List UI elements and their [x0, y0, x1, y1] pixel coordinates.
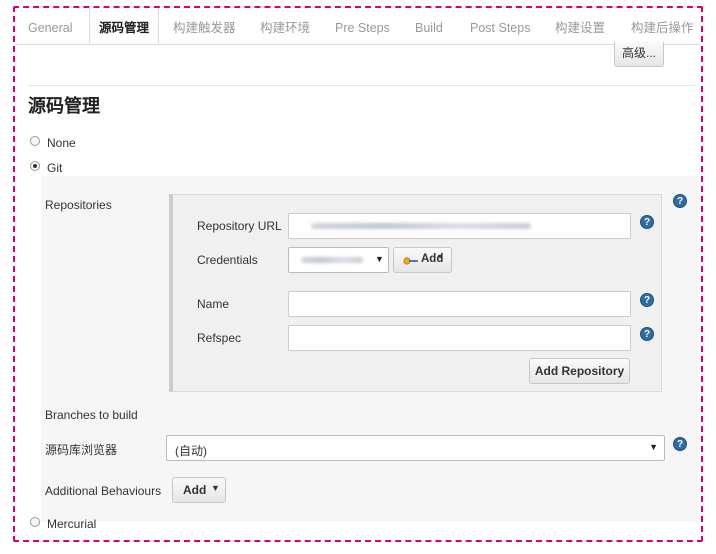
repository-url-input[interactable]: [288, 213, 631, 239]
key-icon: [403, 257, 418, 265]
add-credential-button[interactable]: Add ▾: [393, 247, 452, 273]
tab-post-steps[interactable]: Post Steps: [470, 8, 530, 44]
branches-to-build-label: Branches to build: [45, 408, 138, 422]
redacted-credential: [301, 257, 363, 263]
add-repository-button[interactable]: Add Repository: [529, 358, 630, 384]
tab-source-code-management[interactable]: 源码管理: [89, 8, 160, 44]
credentials-label: Credentials: [197, 253, 258, 267]
tab-pre-steps[interactable]: Pre Steps: [335, 8, 390, 44]
browser-dropdown-icon: ▼: [649, 442, 658, 452]
repository-browser-help-icon[interactable]: ?: [673, 437, 687, 451]
refspec-input[interactable]: [288, 325, 631, 351]
name-help-icon[interactable]: ?: [640, 293, 654, 307]
scm-none-label[interactable]: None: [47, 136, 76, 150]
section-divider: [28, 85, 695, 86]
scm-mercurial-radio[interactable]: [30, 517, 40, 527]
tab-build[interactable]: Build: [415, 8, 443, 44]
scm-mercurial-label[interactable]: Mercurial: [47, 517, 96, 531]
scm-git-label[interactable]: Git: [47, 161, 62, 175]
additional-behaviours-label: Additional Behaviours: [45, 484, 162, 498]
credentials-dropdown-icon: ▼: [375, 254, 384, 264]
advanced-button[interactable]: 高级...: [614, 42, 664, 67]
scm-none-radio[interactable]: [30, 136, 40, 146]
config-frame: General 源码管理 构建触发器 构建环境 Pre Steps Build …: [13, 6, 703, 542]
refspec-label: Refspec: [197, 331, 242, 345]
repositories-label: Repositories: [45, 198, 112, 212]
scm-git-radio[interactable]: [30, 161, 40, 171]
add-behaviour-caret-icon: ▼: [211, 483, 220, 493]
refspec-help-icon[interactable]: ?: [640, 327, 654, 341]
credentials-select[interactable]: ▼: [288, 247, 389, 273]
repositories-help-icon[interactable]: ?: [673, 194, 687, 208]
tab-build-settings[interactable]: 构建设置: [555, 8, 605, 44]
config-tabs: General 源码管理 构建触发器 构建环境 Pre Steps Build …: [15, 8, 701, 45]
add-behaviour-button[interactable]: Add ▼: [172, 477, 226, 503]
tab-build-triggers[interactable]: 构建触发器: [173, 8, 236, 44]
name-label: Name: [197, 297, 230, 311]
repository-browser-value: (自动): [175, 444, 207, 458]
tab-post-build-actions[interactable]: 构建后操作: [631, 8, 694, 44]
redacted-url: [311, 223, 531, 229]
add-behaviour-label: Add: [183, 483, 207, 497]
repository-url-help-icon[interactable]: ?: [640, 215, 654, 229]
tab-general[interactable]: General: [28, 8, 72, 44]
tab-build-environment[interactable]: 构建环境: [260, 8, 310, 44]
repository-name-input[interactable]: [288, 291, 631, 317]
repository-browser-select[interactable]: (自动) ▼: [166, 435, 665, 461]
add-credential-caret-icon: ▾: [438, 252, 443, 261]
repository-browser-label: 源码库浏览器: [45, 443, 118, 457]
section-title: 源码管理: [28, 96, 100, 116]
repository-url-label: Repository URL: [197, 219, 282, 233]
